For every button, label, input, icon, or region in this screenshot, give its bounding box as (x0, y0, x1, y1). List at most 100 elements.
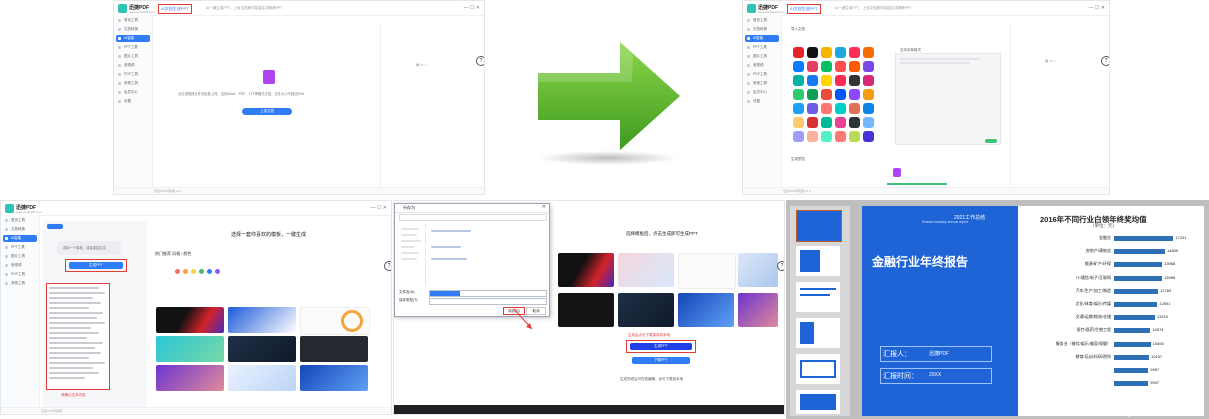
bar-row: 9937 (1114, 380, 1176, 387)
window-controls-icon[interactable]: — ☐ ✕ (371, 205, 387, 211)
sidebar-item[interactable]: 其他工具 (116, 80, 150, 87)
bar (1114, 262, 1163, 268)
sidebar-item[interactable]: 首页工具 (3, 217, 37, 224)
generate-ppt-button[interactable]: 生成PPT (69, 262, 123, 269)
dialog-address-bar[interactable] (399, 214, 547, 221)
sidebar-item[interactable]: PDF工具 (745, 71, 779, 78)
sidebar-item[interactable]: 会员中心 (745, 89, 779, 96)
slide-thumbnails[interactable] (790, 206, 850, 416)
template-thumb[interactable] (300, 336, 368, 362)
slide-thumb[interactable] (796, 318, 840, 348)
sidebar-item-ai[interactable]: AI智能 (116, 35, 150, 42)
sidebar-item[interactable]: PPT工具 (116, 44, 150, 51)
date-label: 汇报时间： (883, 373, 918, 380)
sidebar-item[interactable]: PDF工具 (116, 71, 150, 78)
file-type-select[interactable] (429, 298, 547, 305)
sidebar-item[interactable]: 首页工具 (116, 17, 150, 24)
file-name-input[interactable] (429, 290, 547, 297)
progress-bar (887, 183, 947, 185)
help-icon[interactable]: ? (1101, 56, 1109, 66)
file-list[interactable] (429, 224, 545, 286)
app-brand-sub: www.xunjiepdf.com (758, 10, 784, 14)
app-icon (821, 47, 832, 58)
template-thumb[interactable] (156, 365, 224, 391)
close-icon[interactable]: ✕ (542, 204, 546, 210)
bar (1114, 249, 1165, 255)
template-area: 选择一套你喜欢的模板，一键生成 热门推荐 风格 / 颜色 (151, 221, 387, 411)
dialog-title: 另存为 (403, 205, 415, 210)
template-thumb[interactable] (156, 307, 224, 333)
generate-ppt-button[interactable]: 生成PPT (630, 343, 692, 350)
sidebar-item[interactable]: 图片工具 (3, 253, 37, 260)
sidebar-item[interactable]: 图片工具 (116, 53, 150, 60)
sidebar-item-ai[interactable]: AI智能 (745, 35, 779, 42)
tab-ai-ppt[interactable]: AI文档生成PPT (787, 4, 821, 14)
slide-thumb[interactable] (796, 354, 840, 384)
template-thumb[interactable] (678, 253, 736, 289)
sidebar-item[interactable]: 图片工具 (745, 53, 779, 60)
help-icon[interactable]: ? (384, 261, 391, 271)
bar-row: 交通/运输/物流/仓储 11919 (1076, 314, 1176, 321)
bar-row: 医疗/医药/生物工程 10574 (1077, 327, 1176, 334)
template-thumb[interactable] (228, 307, 296, 333)
help-icon[interactable]: ? (476, 56, 484, 66)
sidebar-item[interactable]: 文档转换 (3, 226, 37, 233)
sidebar-item[interactable]: 音视频 (745, 62, 779, 69)
sidebar-item[interactable]: 其他工具 (745, 80, 779, 87)
slide-thumb[interactable] (796, 282, 840, 312)
template-thumb[interactable] (558, 253, 614, 287)
template-thumb[interactable] (738, 253, 778, 287)
generate-area: 选择模板后，点击生成即可生成PPT 生成后点击下载保存到本地 生成PPT 下载P… (540, 211, 782, 406)
pointer-arrow-icon (513, 308, 533, 330)
folder-tree[interactable] (399, 224, 426, 286)
sidebar-item[interactable]: PPT工具 (745, 44, 779, 51)
bar-label: 能源/矿产/环保 (1084, 261, 1111, 267)
sidebar-item[interactable]: 设置 (116, 98, 150, 105)
bar-row: 汽车/生产/加工/制造 12783 (1076, 288, 1176, 294)
bar-value-label: 14809 (1167, 248, 1179, 254)
text-editor[interactable]: 支持多种格式 (895, 48, 1001, 145)
sidebar-item[interactable]: 音视频 (3, 262, 37, 269)
slide-thumb[interactable] (796, 210, 842, 242)
chip[interactable] (47, 224, 63, 229)
sidebar-item-ai[interactable]: AI智能 (3, 235, 37, 242)
ppt-preview: 2021工作总结 finance industry annual report … (786, 200, 1209, 419)
template-thumb[interactable] (300, 307, 370, 335)
sidebar-item[interactable]: 会员中心 (116, 89, 150, 96)
color-swatches[interactable] (155, 269, 235, 275)
help-icon[interactable]: ? (777, 261, 784, 271)
app-icon (807, 61, 818, 72)
confirm-chip[interactable] (985, 139, 997, 143)
download-ppt-button[interactable]: 下载PPT (632, 357, 690, 364)
sidebar-item[interactable]: 首页工具 (745, 17, 779, 24)
window-controls-icon[interactable]: — ☐ ✕ (1089, 5, 1105, 11)
template-thumb[interactable] (558, 293, 614, 327)
sidebar-item[interactable]: 文档转换 (116, 26, 150, 33)
slide-thumb[interactable] (796, 246, 840, 276)
sidebar-item[interactable]: PPT工具 (3, 244, 37, 251)
sidebar-item[interactable]: PDF工具 (3, 271, 37, 278)
app-icon (807, 89, 818, 100)
template-thumb[interactable] (228, 365, 296, 391)
template-thumb[interactable] (618, 253, 674, 287)
upload-area[interactable]: 点击或拖拽文件到此处上传，支持Word、PDF、TXT等格式文档，文件大小不超过… (158, 23, 381, 188)
date-value: 20XX (929, 372, 942, 378)
template-thumb[interactable] (678, 293, 734, 327)
upload-button[interactable]: 上传文档 (242, 108, 292, 115)
template-thumb[interactable] (228, 336, 296, 362)
sidebar-item[interactable]: 设置 (745, 98, 779, 105)
tab-ai-ppt[interactable]: AI文档生成PPT (158, 4, 192, 14)
sidebar-item[interactable]: 音视频 (116, 62, 150, 69)
template-thumb[interactable] (738, 293, 778, 327)
template-thumb[interactable] (156, 336, 224, 362)
template-thumb[interactable] (618, 293, 674, 327)
template-thumb[interactable] (300, 365, 368, 391)
sidebar-item[interactable]: 其他工具 (3, 280, 37, 287)
app-logo-icon (5, 204, 14, 213)
bar-label: 房地产/建筑业 (1085, 248, 1111, 254)
sidebar-item[interactable]: 文档转换 (745, 26, 779, 33)
bar-value-label: 9957 (1150, 367, 1160, 372)
window-controls-icon[interactable]: — ☐ ✕ (464, 5, 480, 11)
bar-label: 金融业 (1099, 235, 1111, 240)
slide-thumb[interactable] (796, 390, 840, 414)
